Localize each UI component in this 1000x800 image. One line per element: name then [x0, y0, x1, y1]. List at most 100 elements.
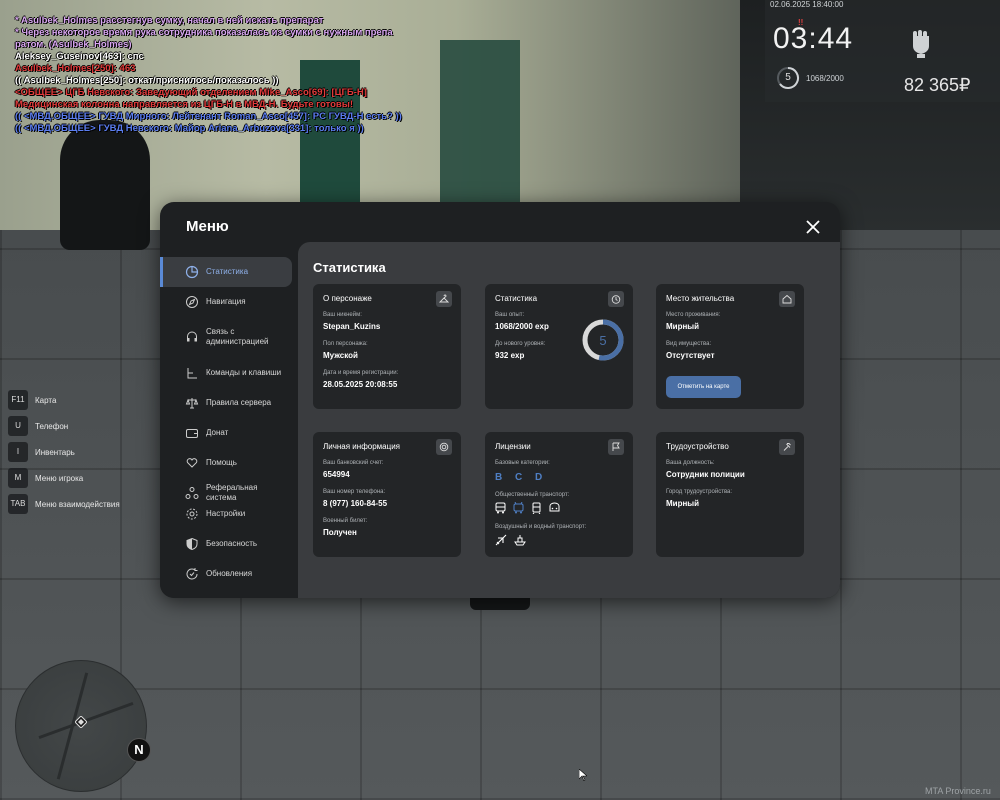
card-title: Место жительства — [666, 294, 735, 303]
menu-title: Меню — [186, 218, 229, 235]
hud-level: 5 — [776, 66, 800, 90]
chat-line: <ОБЩЕЕ> ЦГБ Невского: Заведующий отделен… — [15, 87, 367, 98]
place-value: Мирный — [666, 322, 700, 331]
card-persona: О персонаже Ваш никнейм: Stepan_Kuzins П… — [313, 284, 461, 409]
sidebar-item-navigation[interactable]: Навигация — [160, 287, 292, 317]
sidebar-item-label: Обновления — [206, 569, 253, 578]
card-title: Статистика — [495, 294, 538, 303]
sidebar-item-rules[interactable]: Правила сервера — [160, 388, 292, 418]
sidebar-item-donate[interactable]: Донат — [160, 418, 292, 448]
sidebar-item-statistics[interactable]: Статистика — [160, 257, 292, 287]
key-hint-inventory: I Инвентарь — [8, 441, 120, 463]
statistics-panel: Статистика О персонаже Ваш никнейм: Step… — [298, 242, 840, 598]
job-city-label: Город трудоустройства: — [666, 489, 733, 495]
chart-icon — [185, 265, 199, 279]
property-label: Вид имущества: — [666, 341, 712, 347]
hanger-icon — [439, 294, 449, 303]
key-hint-interaction-menu: TAB Меню взаимодействия — [8, 493, 120, 515]
hud-date: 02.06.2025 18:40:00 — [770, 0, 844, 9]
card-icon — [436, 291, 452, 307]
fist-icon — [913, 30, 929, 58]
home-icon — [782, 294, 792, 304]
hud-time: 03:44 — [773, 22, 854, 55]
refresh-icon — [186, 568, 198, 580]
card-residence: Место жительства Место проживания: Мирны… — [656, 284, 804, 409]
card-icon — [436, 439, 452, 455]
card-icon — [608, 439, 624, 455]
sidebar-item-updates[interactable]: Обновления — [160, 559, 292, 589]
sidebar-item-label: Настройки — [206, 509, 246, 518]
base-categories-value: B C D — [495, 472, 548, 483]
military-value: Получен — [323, 528, 357, 537]
hud-level-value: 5 — [785, 72, 791, 83]
fingerprint-icon — [439, 442, 449, 452]
chat-line: Медицинская колонна направляется из ЦГБ-… — [15, 99, 354, 110]
key-hint-player-menu: M Меню игрока — [8, 467, 120, 489]
compass-icon — [186, 296, 198, 308]
card-title: Личная информация — [323, 442, 401, 451]
tram-icon — [532, 502, 541, 514]
sidebar-item-commands[interactable]: Команды и клавиши — [160, 358, 292, 388]
chat-line: Aleksey_Guseinov[463]: спс — [15, 51, 144, 62]
key-label: Меню игрока — [35, 473, 84, 483]
player-menu: Меню Статистика Навигация Связь с админи… — [160, 202, 840, 598]
key-cap: TAB — [8, 494, 28, 514]
hud-money: 82 365₽ — [904, 75, 971, 95]
gear-icon — [186, 508, 198, 520]
property-value: Отсутствует — [666, 351, 715, 360]
sidebar-item-label: Статистика — [206, 267, 249, 276]
chat-line: * Asulbek_Holmes расстегнув сумку, начал… — [15, 15, 324, 26]
next-level-label: До нового уровня: — [495, 341, 546, 347]
player-marker-icon — [75, 716, 87, 728]
exp-label: Ваш опыт: — [495, 312, 525, 318]
bank-label: Ваш банковский счет: — [323, 460, 384, 466]
phone-label: Ваш номер телефона: — [323, 489, 386, 495]
chat-line: (( Asulbek_Holmes[250]: откат/приснилось… — [15, 75, 279, 86]
nick-label: Ваш никнейм: — [323, 312, 362, 318]
next-level-value: 932 exp — [495, 351, 525, 360]
reg-value: 28.05.2025 20:08:55 — [323, 380, 398, 389]
sidebar-item-label: Безопасность — [206, 539, 258, 548]
north-indicator: N — [127, 738, 151, 762]
chat-line: Asulbek_Holmes[250]: 463 — [15, 63, 136, 74]
card-icon — [779, 291, 795, 307]
key-cap: U — [8, 416, 28, 436]
bus-icon — [495, 502, 506, 514]
mark-on-map-button[interactable]: Отметить на карте — [666, 376, 741, 398]
menu-sidebar: Статистика Навигация Связь с администрац… — [160, 242, 298, 598]
gender-label: Пол персонажа: — [323, 341, 368, 347]
headset-icon — [187, 331, 197, 342]
position-label: Ваша должность: — [666, 460, 715, 466]
card-icon — [608, 291, 624, 307]
key-hint-map: F11 Карта — [8, 389, 120, 411]
reg-label: Дата и время регистрации: — [323, 370, 399, 376]
close-icon[interactable] — [804, 218, 822, 236]
key-cap: M — [8, 468, 28, 488]
chat-line: ратом. (Asulbek_Holmes) — [15, 39, 132, 50]
sidebar-item-security[interactable]: Безопасность — [160, 529, 292, 559]
shield-icon — [186, 537, 198, 551]
military-label: Военный билет: — [323, 518, 368, 524]
key-label: Телефон — [35, 421, 69, 431]
sidebar-item-label: Правила сервера — [206, 398, 272, 407]
sidebar-item-settings[interactable]: Настройки — [160, 499, 292, 529]
sidebar-item-admin-contact[interactable]: Связь с администрацией — [160, 317, 292, 357]
card-employment: Трудоустройство Ваша должность: Сотрудни… — [656, 432, 804, 557]
heart-hand-icon — [186, 458, 198, 468]
key-label: Меню взаимодействия — [35, 499, 120, 509]
sidebar-item-label: Навигация — [206, 297, 246, 306]
phone-value: 8 (977) 160-84-55 — [323, 499, 388, 508]
level-value: 5 — [599, 333, 606, 348]
mouse-cursor-icon — [579, 769, 587, 781]
key-label: Карта — [35, 395, 57, 405]
card-stats: Статистика Ваш опыт: 1068/2000 exp До но… — [485, 284, 633, 409]
key-label: Инвентарь — [35, 447, 75, 457]
bank-value: 654994 — [323, 470, 350, 479]
chat-line: (( <МВД.ОБЩЕЕ> ГУВД Мирного: Лейтенант R… — [15, 111, 402, 122]
chat-line: (( <МВД.ОБЩЕЕ> ГУВД Невского: Майор Aria… — [15, 123, 364, 134]
timer-icon — [611, 295, 621, 304]
public-transport-label: Общественный транспорт: — [495, 492, 570, 498]
place-label: Место проживания: — [666, 312, 721, 318]
job-city-value: Мирный — [666, 499, 700, 508]
sidebar-item-label: Команды и клавиши — [206, 368, 282, 377]
